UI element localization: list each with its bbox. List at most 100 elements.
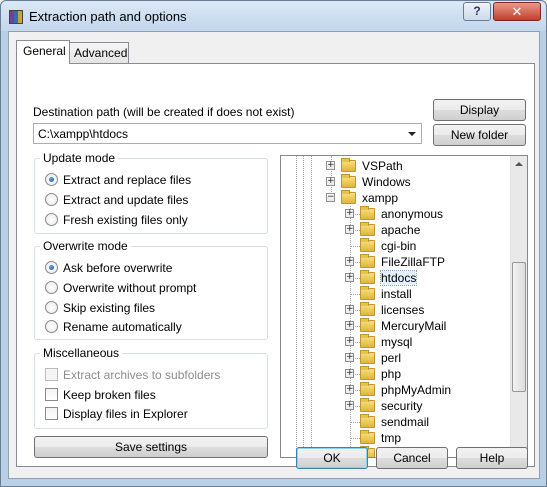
tree-item[interactable]: + perl bbox=[281, 350, 509, 366]
misc-option[interactable]: Display files in Explorer bbox=[45, 406, 250, 422]
tree-item[interactable]: + FileZillaFTP bbox=[281, 254, 509, 270]
new-folder-button[interactable]: New folder bbox=[433, 124, 526, 146]
tree-item-label: anonymous bbox=[381, 207, 444, 221]
checkbox[interactable] bbox=[45, 388, 58, 401]
destination-path-combobox[interactable]: C:\xampp\htdocs bbox=[33, 123, 422, 144]
tree-item-label: FileZillaFTP bbox=[381, 255, 446, 269]
option-label: Rename automatically bbox=[63, 320, 182, 334]
tree-item[interactable]: + MercuryMail bbox=[281, 318, 509, 334]
tree-item-label: perl bbox=[381, 351, 402, 365]
update-mode-option[interactable]: Extract and replace files bbox=[45, 172, 245, 188]
update-mode-option[interactable]: Extract and update files bbox=[45, 192, 245, 208]
expand-icon[interactable]: + bbox=[345, 209, 354, 218]
tree-item[interactable]: + anonymous bbox=[281, 206, 509, 222]
dialog-client: General Advanced Destination path (will … bbox=[8, 31, 540, 479]
overwrite-mode-group: Overwrite mode Ask before overwrite Over… bbox=[34, 239, 268, 340]
tab-general[interactable]: General bbox=[16, 40, 70, 64]
folder-icon bbox=[360, 398, 375, 412]
display-button[interactable]: Display bbox=[433, 99, 526, 121]
expand-icon[interactable]: + bbox=[345, 337, 354, 346]
title-close-button[interactable]: ✕ bbox=[493, 2, 541, 21]
misc-option[interactable]: Keep broken files bbox=[45, 387, 250, 403]
folder-icon bbox=[360, 270, 375, 284]
option-label: Display files in Explorer bbox=[63, 407, 188, 421]
ok-button[interactable]: OK bbox=[296, 447, 368, 469]
option-label: Overwrite without prompt bbox=[63, 281, 197, 295]
expand-icon[interactable]: + bbox=[326, 161, 335, 170]
help-button[interactable]: Help bbox=[456, 447, 528, 469]
folder-icon bbox=[341, 174, 356, 188]
tree-item-label: VSPath bbox=[362, 159, 403, 173]
title-help-button[interactable]: ? bbox=[463, 2, 491, 21]
tree-item[interactable]: install bbox=[281, 286, 509, 302]
tree-item[interactable]: + mysql bbox=[281, 334, 509, 350]
tree-item[interactable]: + php bbox=[281, 366, 509, 382]
expand-icon[interactable]: + bbox=[345, 401, 354, 410]
option-label: Keep broken files bbox=[63, 388, 156, 402]
folder-icon bbox=[360, 254, 375, 268]
tree-item[interactable]: tmp bbox=[281, 430, 509, 446]
expand-icon[interactable]: + bbox=[345, 385, 354, 394]
folder-icon bbox=[360, 366, 375, 380]
misc-option-disabled: Extract archives to subfolders bbox=[45, 367, 250, 383]
tree-item[interactable]: + htdocs bbox=[281, 270, 509, 286]
tree-item[interactable]: + apache bbox=[281, 222, 509, 238]
tree-item-label: Windows bbox=[362, 175, 411, 189]
overwrite-mode-option[interactable]: Rename automatically bbox=[45, 319, 245, 335]
tree-item-label: tmp bbox=[381, 431, 402, 445]
expand-icon[interactable]: + bbox=[345, 353, 354, 362]
folder-icon bbox=[360, 430, 375, 444]
general-tab-panel: Destination path (will be created if doe… bbox=[16, 63, 535, 467]
combo-dropdown-arrow-icon[interactable] bbox=[408, 132, 416, 136]
overwrite-mode-option[interactable]: Skip existing files bbox=[45, 300, 245, 316]
radio-unselected[interactable] bbox=[45, 193, 58, 206]
tree-item[interactable]: sendmail bbox=[281, 414, 509, 430]
tree-vertical-scrollbar[interactable] bbox=[510, 156, 527, 457]
tree-item[interactable]: + security bbox=[281, 398, 509, 414]
folder-icon bbox=[360, 238, 375, 252]
expand-icon[interactable]: + bbox=[345, 321, 354, 330]
winrar-app-icon bbox=[9, 10, 23, 24]
radio-selected[interactable] bbox=[45, 261, 58, 274]
expand-icon[interactable]: + bbox=[345, 273, 354, 282]
update-mode-group: Update mode Extract and replace files Ex… bbox=[34, 151, 268, 234]
radio-unselected[interactable] bbox=[45, 213, 58, 226]
tree-item-label: apache bbox=[381, 223, 421, 237]
expand-icon[interactable]: + bbox=[345, 369, 354, 378]
folder-icon bbox=[341, 190, 356, 204]
expand-icon[interactable]: + bbox=[345, 257, 354, 266]
tree-item[interactable]: + licenses bbox=[281, 302, 509, 318]
scroll-up-arrow-icon[interactable] bbox=[515, 162, 523, 166]
option-label: Skip existing files bbox=[63, 301, 156, 315]
overwrite-mode-option[interactable]: Ask before overwrite bbox=[45, 260, 245, 276]
expand-icon[interactable]: + bbox=[326, 177, 335, 186]
overwrite-mode-title: Overwrite mode bbox=[40, 239, 131, 253]
tree-item[interactable]: − xampp bbox=[281, 190, 509, 206]
collapse-icon[interactable]: − bbox=[326, 193, 335, 202]
folder-tree[interactable]: + VSPath + Windows − xampp + anonymous + apache cg… bbox=[280, 155, 528, 458]
radio-selected[interactable] bbox=[45, 173, 58, 186]
expand-icon[interactable]: + bbox=[345, 225, 354, 234]
tree-item[interactable]: + Windows bbox=[281, 174, 509, 190]
scroll-thumb[interactable] bbox=[512, 262, 526, 392]
checkbox[interactable] bbox=[45, 407, 58, 420]
tab-advanced[interactable]: Advanced bbox=[67, 42, 129, 64]
radio-unselected[interactable] bbox=[45, 281, 58, 294]
folder-icon bbox=[360, 222, 375, 236]
folder-icon bbox=[360, 206, 375, 220]
save-settings-button[interactable]: Save settings bbox=[34, 436, 268, 458]
tree-item[interactable]: cgi-bin bbox=[281, 238, 509, 254]
tree-item-label: MercuryMail bbox=[381, 319, 447, 333]
radio-unselected[interactable] bbox=[45, 301, 58, 314]
title-bar[interactable]: Extraction path and options ? ✕ bbox=[1, 1, 546, 31]
tree-item-label: phpMyAdmin bbox=[381, 383, 452, 397]
expand-icon[interactable]: + bbox=[345, 305, 354, 314]
window-title: Extraction path and options bbox=[29, 9, 187, 24]
radio-unselected[interactable] bbox=[45, 320, 58, 333]
cancel-button[interactable]: Cancel bbox=[376, 447, 448, 469]
destination-path-label: Destination path (will be created if doe… bbox=[33, 105, 295, 119]
overwrite-mode-option[interactable]: Overwrite without prompt bbox=[45, 280, 245, 296]
tree-item[interactable]: + VSPath bbox=[281, 158, 509, 174]
update-mode-option[interactable]: Fresh existing files only bbox=[45, 212, 245, 228]
tree-item[interactable]: + phpMyAdmin bbox=[281, 382, 509, 398]
